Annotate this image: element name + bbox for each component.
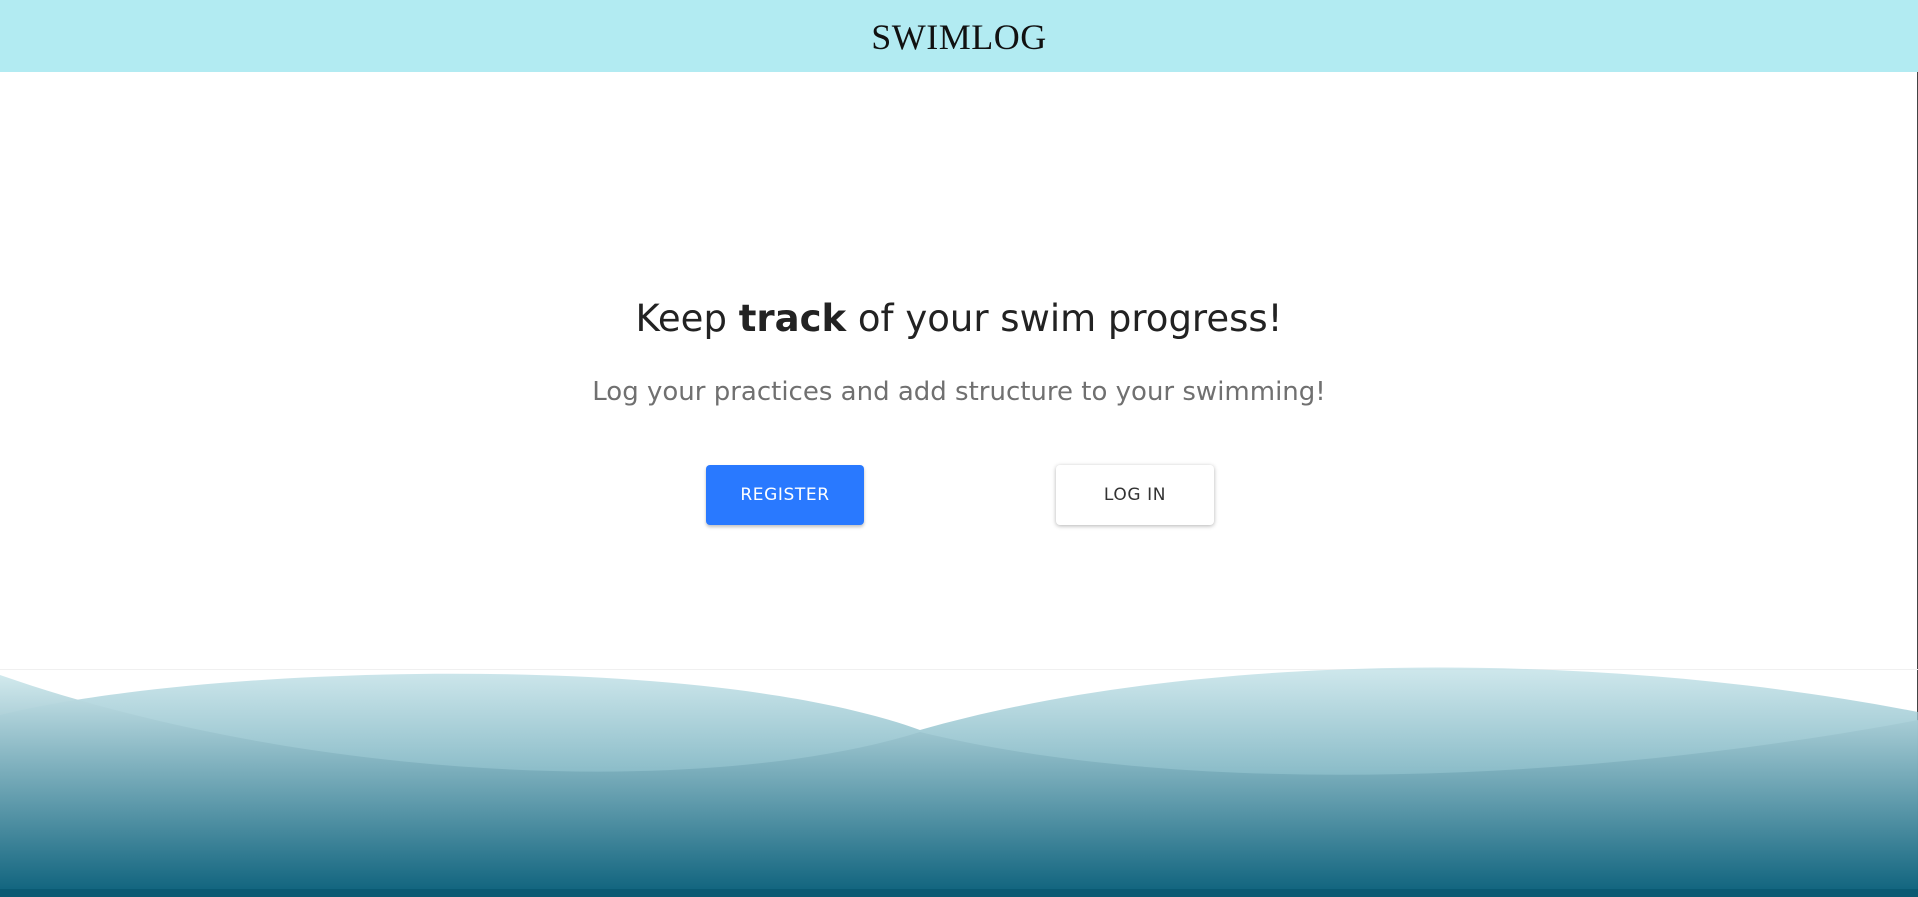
register-button[interactable]: REGISTER [706, 465, 864, 525]
brand-title: SWIMLOG [871, 17, 1047, 57]
headline-emphasis: track [738, 297, 847, 340]
wave-base-strip [0, 889, 1918, 897]
hero-headline: Keep track of your swim progress! [0, 297, 1918, 340]
headline-text-start: Keep [635, 297, 739, 340]
login-button[interactable]: LOG IN [1056, 465, 1214, 525]
decorative-waves [0, 667, 1918, 897]
headline-text-end: of your swim progress! [846, 297, 1283, 340]
hero-section: Keep track of your swim progress! Log yo… [0, 72, 1918, 669]
hero-subheadline: Log your practices and add structure to … [592, 377, 1326, 407]
top-app-bar: SWIMLOG [0, 0, 1918, 72]
